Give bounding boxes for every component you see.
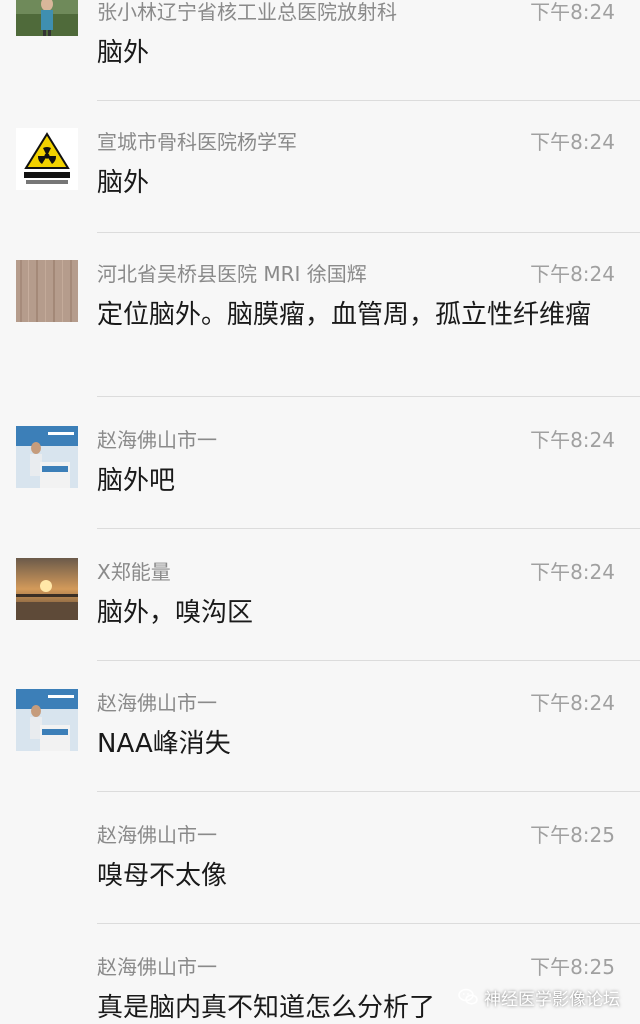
message-time: 下午8:24	[530, 0, 615, 24]
divider	[97, 100, 640, 101]
message-time: 下午8:24	[530, 560, 615, 584]
avatar[interactable]	[16, 128, 78, 190]
message-text: 脑外，嗅沟区	[97, 598, 254, 628]
message-time: 下午8:24	[530, 262, 615, 286]
wechat-icon	[458, 988, 478, 1005]
message-time: 下午8:25	[530, 955, 615, 979]
message-item[interactable]: X郑能量 下午8:24 脑外，嗅沟区	[0, 558, 640, 660]
avatar-image-speaker-podium	[16, 689, 78, 751]
avatar[interactable]	[16, 689, 78, 751]
sender-name: 赵海佛山市一	[97, 823, 217, 847]
avatar-image-speaker-podium	[16, 426, 78, 488]
message-item[interactable]: 赵海佛山市一 下午8:25 嗅母不太像	[0, 821, 640, 923]
divider	[97, 528, 640, 529]
message-time: 下午8:24	[530, 130, 615, 154]
avatar[interactable]	[16, 426, 78, 488]
sender-name: 赵海佛山市一	[97, 428, 217, 452]
message-item[interactable]: 赵海佛山市一 下午8:24 NAA峰消失	[0, 689, 640, 791]
avatar-image-person-outdoors	[16, 0, 78, 36]
message-item[interactable]: 赵海佛山市一 下午8:24 脑外吧	[0, 426, 640, 528]
message-time: 下午8:24	[530, 691, 615, 715]
divider	[97, 923, 640, 924]
avatar[interactable]	[16, 260, 78, 322]
radiation-warning-icon	[16, 128, 78, 190]
message-text: 定位脑外。脑膜瘤，血管周，孤立性纤维瘤	[97, 300, 592, 330]
avatar[interactable]	[16, 558, 78, 620]
chat-history[interactable]: 张小林辽宁省核工业总医院放射科 下午8:24 脑外 宣城市骨科医院杨学军 下午8…	[0, 0, 640, 1024]
watermark-text: 神经医学影像论坛	[484, 989, 620, 1010]
message-time: 下午8:24	[530, 428, 615, 452]
divider	[97, 660, 640, 661]
message-item[interactable]: 张小林辽宁省核工业总医院放射科 下午8:24 脑外	[0, 0, 640, 98]
message-item[interactable]: 宣城市骨科医院杨学军 下午8:24 脑外	[0, 128, 640, 232]
sender-name: 赵海佛山市一	[97, 691, 217, 715]
message-text: 脑外	[97, 38, 150, 68]
message-text: 脑外吧	[97, 466, 176, 496]
message-text: 嗅母不太像	[97, 861, 228, 891]
divider	[97, 232, 640, 233]
sender-name: X郑能量	[97, 560, 171, 584]
divider	[97, 396, 640, 397]
avatar[interactable]	[16, 0, 78, 36]
sender-name: 河北省吴桥县医院 MRI 徐国辉	[97, 262, 367, 286]
message-text: NAA峰消失	[97, 729, 231, 759]
sender-name: 张小林辽宁省核工业总医院放射科	[97, 0, 397, 24]
message-time: 下午8:25	[530, 823, 615, 847]
message-text: 脑外	[97, 168, 150, 198]
message-item[interactable]: 河北省吴桥县医院 MRI 徐国辉 下午8:24 定位脑外。脑膜瘤，血管周，孤立性…	[0, 260, 640, 396]
sender-name: 赵海佛山市一	[97, 955, 217, 979]
avatar-image-sunset	[16, 558, 78, 620]
watermark: 神经医学影像论坛	[458, 984, 620, 1010]
avatar-image-wood-texture	[16, 260, 78, 322]
divider	[97, 791, 640, 792]
sender-name: 宣城市骨科医院杨学军	[97, 130, 297, 154]
